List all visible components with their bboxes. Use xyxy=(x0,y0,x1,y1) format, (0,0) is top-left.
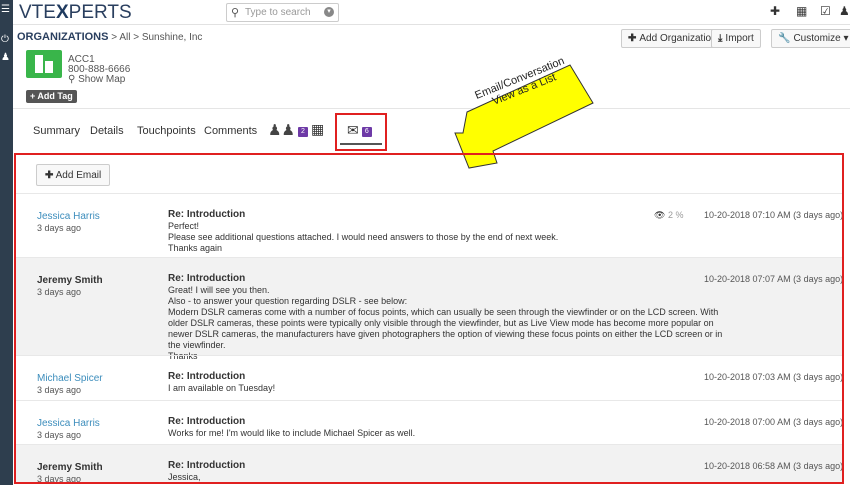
tasks-icon[interactable]: ☑ xyxy=(820,4,831,18)
message-body[interactable]: Re: Introduction Jessica, xyxy=(168,460,728,482)
wrench-icon: 🔧 xyxy=(778,33,791,44)
breadcrumb-path[interactable]: > All > Sunshine, Inc xyxy=(111,32,202,43)
list-item[interactable]: Michael Spicer 3 days ago Re: Introducti… xyxy=(16,355,842,400)
plus-icon: ✚ xyxy=(45,170,54,181)
sender-name[interactable]: Jeremy Smith xyxy=(37,275,103,286)
search-options-icon[interactable]: ▾ xyxy=(324,7,334,17)
sender-name[interactable]: Jeremy Smith xyxy=(37,462,103,473)
show-map-link[interactable]: ⚲ Show Map xyxy=(68,74,125,85)
add-tag-button[interactable]: + Add Tag xyxy=(26,90,77,103)
power-icon[interactable]: ⏻ xyxy=(1,34,9,45)
message-date: 10-20-2018 07:03 AM (3 days ago) xyxy=(704,372,844,382)
organization-icon xyxy=(26,50,62,78)
message-date: 10-20-2018 07:07 AM (3 days ago) xyxy=(704,274,844,284)
message-date: 10-20-2018 06:58 AM (3 days ago) xyxy=(704,461,844,471)
plus-icon: ✚ xyxy=(628,33,637,44)
sent-ago: 3 days ago xyxy=(37,430,82,440)
view-count: 👁 2 % xyxy=(654,210,684,220)
message-subject: Re: Introduction xyxy=(168,273,246,284)
list-item[interactable]: Jeremy Smith 3 days ago Re: Introduction… xyxy=(16,444,844,484)
sent-ago: 3 days ago xyxy=(37,385,82,395)
message-subject: Re: Introduction xyxy=(168,209,246,220)
module-link[interactable]: ORGANIZATIONS xyxy=(17,31,108,43)
user-icon[interactable]: ♟ xyxy=(1,52,10,63)
tab-touchpoints[interactable]: Touchpoints xyxy=(137,125,196,137)
import-icon: ⤓ xyxy=(718,33,723,44)
message-subject: Re: Introduction xyxy=(168,460,246,471)
email-tab-highlight xyxy=(335,113,387,151)
message-body[interactable]: Re: Introduction Perfect! Please see add… xyxy=(168,209,728,254)
breadcrumb-row: ORGANIZATIONS > All > Sunshine, Inc ✚ Add… xyxy=(13,26,850,48)
message-body[interactable]: Re: Introduction I am available on Tuesd… xyxy=(168,371,728,394)
calendar-icon[interactable]: ▦ xyxy=(796,4,807,18)
search-icon: ⚲ xyxy=(231,7,240,19)
customize-button[interactable]: 🔧 Customize ▾ xyxy=(771,29,850,48)
search-input[interactable]: ⚲ Type to search ▾ xyxy=(226,3,339,22)
menu-icon[interactable]: ☰ xyxy=(1,4,10,15)
add-organization-button[interactable]: ✚ Add Organization xyxy=(621,29,724,48)
list-item[interactable]: Jeremy Smith 3 days ago Re: Introduction… xyxy=(16,257,844,361)
tab-details[interactable]: Details xyxy=(90,125,124,137)
logo[interactable]: VTEXPERTS xyxy=(19,2,132,24)
sent-ago: 3 days ago xyxy=(37,474,82,484)
add-email-button[interactable]: ✚ Add Email xyxy=(36,164,111,186)
breadcrumb: ORGANIZATIONS > All > Sunshine, Inc xyxy=(17,31,202,43)
message-date: 10-20-2018 07:10 AM (3 days ago) xyxy=(704,210,844,220)
contacts-count-badge: 2 xyxy=(297,127,308,138)
list-item[interactable]: Jessica Harris 3 days ago Re: Introducti… xyxy=(16,400,842,444)
sender-name[interactable]: Michael Spicer xyxy=(37,373,103,384)
message-subject: Re: Introduction xyxy=(168,371,246,382)
import-button[interactable]: ⤓ Import xyxy=(711,29,761,48)
calendar-icon: ▦ xyxy=(311,121,325,137)
eye-icon: 👁 xyxy=(654,210,666,220)
top-bar: VTEXPERTS ⚲ Type to search ▾ ✚ ▦ ☑ ♟ xyxy=(13,0,850,25)
sent-ago: 3 days ago xyxy=(37,287,82,297)
sender-name[interactable]: Jessica Harris xyxy=(37,418,100,429)
message-body[interactable]: Re: Introduction Great! I will see you t… xyxy=(168,273,728,362)
callout-arrow xyxy=(454,64,594,169)
tab-calendar[interactable]: ▦ xyxy=(311,121,324,138)
left-rail: ☰ ⏻ ♟ xyxy=(0,0,13,485)
profile-icon[interactable]: ♟ xyxy=(839,4,850,18)
add-icon[interactable]: ✚ xyxy=(770,4,780,18)
map-pin-icon: ⚲ xyxy=(68,74,76,85)
message-subject: Re: Introduction xyxy=(168,416,246,427)
tab-comments[interactable]: Comments xyxy=(204,125,257,137)
sent-ago: 3 days ago xyxy=(37,223,82,233)
message-body[interactable]: Re: Introduction Works for me! I'm would… xyxy=(168,416,728,439)
tab-summary[interactable]: Summary xyxy=(33,125,80,137)
message-date: 10-20-2018 07:00 AM (3 days ago) xyxy=(704,417,844,427)
sender-name[interactable]: Jessica Harris xyxy=(37,211,100,222)
email-list: ✚ Add Email Jessica Harris 3 days ago Re… xyxy=(14,153,844,484)
contacts-icon: ♟♟ xyxy=(268,122,295,139)
tab-contacts[interactable]: ♟♟ 2 xyxy=(268,121,308,139)
list-item[interactable]: Jessica Harris 3 days ago Re: Introducti… xyxy=(16,193,842,257)
search-placeholder: Type to search xyxy=(245,7,311,18)
